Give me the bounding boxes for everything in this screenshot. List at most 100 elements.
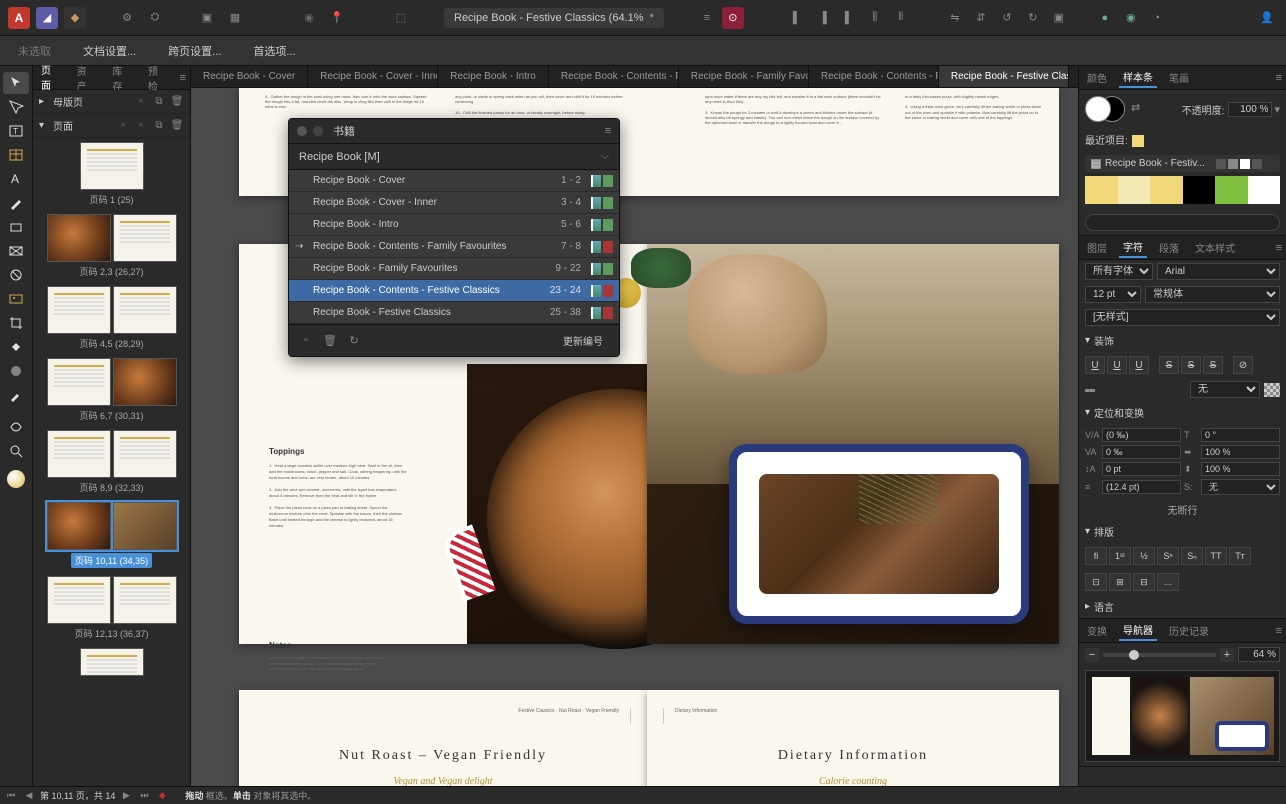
page-thumb[interactable]: 页码 6,7 (30,31): [37, 358, 186, 422]
artistic-text-tool[interactable]: A: [3, 168, 29, 190]
swatch[interactable]: [1150, 176, 1183, 204]
group-icon[interactable]: ▣: [1048, 7, 1070, 29]
fill-color-well[interactable]: [1085, 96, 1111, 122]
page-thumb[interactable]: 页码 10,11 (34,35): [37, 502, 186, 568]
preview-mode-icon[interactable]: ▣: [196, 7, 218, 29]
book-file-row[interactable]: Recipe Book [M] ⌵: [289, 144, 619, 170]
ordinal-button[interactable]: 1ˢᵗ: [1109, 547, 1131, 565]
underline-button[interactable]: U: [1085, 356, 1105, 374]
dist-h-icon[interactable]: ⫼: [864, 7, 886, 29]
book-chapter-item[interactable]: Recipe Book - Cover - Inner3 - 4: [289, 192, 619, 214]
view-tool[interactable]: [3, 416, 29, 438]
update-numbering-button[interactable]: 更新编号: [555, 331, 611, 350]
swatch-palette-chip[interactable]: ▤ Recipe Book - Festiv...: [1085, 155, 1280, 172]
add-chapter-button[interactable]: ▫: [297, 331, 315, 349]
spread-setup-button[interactable]: 跨页设置...: [160, 39, 229, 63]
transparency-tool[interactable]: [3, 360, 29, 382]
typo-btn[interactable]: ⊡: [1085, 573, 1107, 591]
books-panel-header[interactable]: 书籍 ≡: [289, 119, 619, 144]
page-thumb[interactable]: 页码 2,3 (26,27): [37, 214, 186, 278]
scale-h-input[interactable]: [1201, 445, 1280, 459]
ligatures-button[interactable]: fi: [1085, 547, 1107, 565]
doc-tab[interactable]: Recipe Book - Cover: [191, 66, 308, 87]
doc-tab[interactable]: Recipe Book - Intro: [438, 66, 549, 87]
decorations-section[interactable]: ▾装饰: [1079, 329, 1286, 352]
move-tool[interactable]: [3, 72, 29, 94]
doc-tab[interactable]: Recipe Book - Contents - F...: [549, 66, 679, 87]
snapping-icon[interactable]: ⊙: [722, 7, 744, 29]
bg-color-well[interactable]: [1264, 383, 1280, 397]
font-group-select[interactable]: 所有字体: [1085, 263, 1153, 280]
tab-navigator[interactable]: 导航器: [1119, 620, 1157, 641]
bulb-icon[interactable]: ◉: [298, 7, 320, 29]
swatch[interactable]: [1183, 176, 1216, 204]
place-image-tool[interactable]: [3, 288, 29, 310]
doc-tab[interactable]: Recipe Book - Cover - Inner: [308, 66, 438, 87]
book-chapter-item[interactable]: Recipe Book - Family Favourites9 - 22: [289, 258, 619, 280]
vector-crop-tool[interactable]: [3, 312, 29, 334]
font-family-select[interactable]: Arial: [1157, 263, 1280, 280]
cloud-3-icon[interactable]: ◔: [1146, 7, 1168, 29]
rotate-ccw-icon[interactable]: ↺: [996, 7, 1018, 29]
reset-deco-button[interactable]: ⊘: [1233, 356, 1253, 374]
frame-text-tool[interactable]: T: [3, 120, 29, 142]
zoom-tool[interactable]: [3, 440, 29, 462]
char-style-select[interactable]: [无样式]: [1085, 309, 1280, 326]
close-dot-icon[interactable]: [297, 126, 307, 136]
tab-layers[interactable]: 图层: [1083, 238, 1111, 257]
panel-menu-icon[interactable]: ≡: [1276, 72, 1282, 84]
zoom-out-button[interactable]: −: [1085, 648, 1099, 662]
typography-section[interactable]: ▾排版: [1079, 520, 1286, 543]
node-tool[interactable]: [3, 96, 29, 118]
strike2-button[interactable]: S: [1181, 356, 1201, 374]
color-picker-tool[interactable]: [3, 384, 29, 406]
deco-none-select[interactable]: 无: [1190, 381, 1260, 398]
super-button[interactable]: Sⁿ: [1157, 547, 1179, 565]
picture-frame-tool[interactable]: [3, 240, 29, 262]
gear-icon[interactable]: ⛭: [144, 7, 166, 29]
zoom-input[interactable]: [1238, 647, 1280, 662]
cloud-1-icon[interactable]: ●: [1094, 7, 1116, 29]
font-weight-select[interactable]: 常规体: [1145, 286, 1280, 303]
skew-input[interactable]: [1201, 428, 1280, 442]
next-page-button[interactable]: ▶: [119, 789, 133, 803]
page-thumb[interactable]: 页码 8,9 (32,33): [37, 430, 186, 494]
color-well-tool[interactable]: [3, 468, 29, 490]
pages-header[interactable]: ▾ 页面 ▫ ▫ ⧉ 🗑: [33, 114, 190, 138]
tab-history[interactable]: 历史记录: [1165, 621, 1213, 640]
rotate-cw-icon[interactable]: ↻: [1022, 7, 1044, 29]
add-page-icon[interactable]: ▫: [134, 119, 148, 133]
panel-menu-icon[interactable]: ≡: [1276, 242, 1282, 254]
typo-btn[interactable]: ⊞: [1109, 573, 1131, 591]
dropdown-arrow-icon[interactable]: ⌵: [601, 150, 609, 163]
fraction-button[interactable]: ½: [1133, 547, 1155, 565]
sub-button[interactable]: Sₙ: [1181, 547, 1203, 565]
cloud-2-icon[interactable]: ◉: [1120, 7, 1142, 29]
swatch[interactable]: [1215, 176, 1248, 204]
doc-tab[interactable]: Recipe Book - Contents - F...: [809, 66, 939, 87]
pin-icon[interactable]: 📍: [326, 7, 348, 29]
tab-paragraph[interactable]: 段落: [1155, 238, 1183, 257]
titling-button[interactable]: TT: [1205, 547, 1227, 565]
swatch[interactable]: [1085, 176, 1118, 204]
swatch-search-input[interactable]: [1085, 214, 1280, 231]
page-thumb[interactable]: 页码 12,13 (36,37): [37, 576, 186, 640]
fill-tool[interactable]: [3, 336, 29, 358]
navigator-preview[interactable]: [1085, 670, 1280, 762]
add-master-icon[interactable]: ▫: [134, 95, 148, 109]
underline2-button[interactable]: U: [1107, 356, 1127, 374]
first-page-button[interactable]: ⏮: [4, 789, 18, 803]
recent-swatch[interactable]: [1132, 135, 1144, 147]
del-page-icon[interactable]: 🗑: [170, 119, 184, 133]
align-left-icon[interactable]: ▌: [786, 7, 808, 29]
tab-swatches[interactable]: 样本条: [1119, 67, 1157, 88]
kerning-input[interactable]: [1102, 445, 1181, 459]
shape-tool[interactable]: [3, 216, 29, 238]
underline3-button[interactable]: U: [1129, 356, 1149, 374]
tracking-input[interactable]: [1102, 428, 1181, 442]
sync-button[interactable]: ↻: [345, 331, 363, 349]
page-thumb[interactable]: [37, 648, 186, 676]
dup-master-icon[interactable]: ⧉: [152, 95, 166, 109]
tab-transform[interactable]: 变换: [1083, 621, 1111, 640]
language-section[interactable]: ▸语言: [1079, 595, 1286, 618]
